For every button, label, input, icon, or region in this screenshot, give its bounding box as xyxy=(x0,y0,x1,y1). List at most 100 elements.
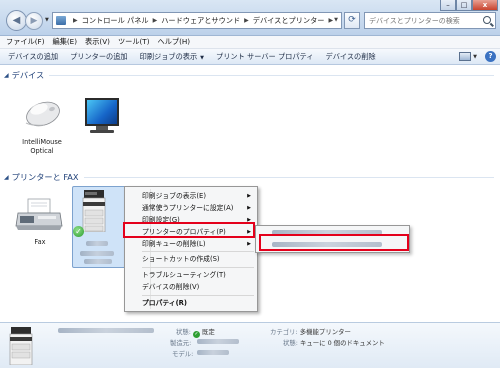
maximize-button[interactable]: □ xyxy=(456,0,472,11)
model-label: モデル: xyxy=(172,350,194,358)
printers-header-label: プリンターと FAX xyxy=(11,172,79,182)
command-bar: デバイスの追加 プリンターの追加 印刷ジョブの表示 ▼ プリント サーバー プロパ… xyxy=(0,49,500,65)
model-value-blurred xyxy=(197,350,229,355)
window-controls: – □ x xyxy=(440,0,498,11)
mouse-device-label[interactable]: IntelliMouse Optical xyxy=(14,138,70,156)
status-row: 状態: ✓ 既定 xyxy=(176,327,215,338)
breadcrumb-devices-printers[interactable]: デバイスとプリンター xyxy=(253,16,325,26)
printer-icon xyxy=(9,327,33,365)
collapse-triangle-icon[interactable]: ◢ xyxy=(4,174,9,181)
close-button[interactable]: x xyxy=(472,0,498,11)
menu-edit[interactable]: 編集(E) xyxy=(53,37,78,47)
printer-label-blurred xyxy=(80,251,114,256)
fax-device-label[interactable]: Fax xyxy=(22,238,58,247)
divider xyxy=(83,176,494,178)
printer-icon[interactable] xyxy=(82,190,106,232)
breadcrumb-hardware-sound[interactable]: ハードウェアとサウンド xyxy=(161,16,240,26)
menu-tools[interactable]: ツール(T) xyxy=(118,37,150,47)
menu-separator xyxy=(142,295,254,296)
chevron-down-icon: ▼ xyxy=(200,54,204,61)
printers-group-header[interactable]: ◢ プリンターと FAX xyxy=(4,171,494,183)
details-pane: 状態: ✓ 既定 製造元: モデル: カテゴリ: 多機能プリンター 状態: キュー… xyxy=(0,322,500,368)
remove-device-button[interactable]: デバイスの削除 xyxy=(326,52,376,62)
chevron-right-icon[interactable]: ▶ xyxy=(328,17,333,24)
minimize-button[interactable]: – xyxy=(440,0,456,11)
menu-item-set-default[interactable]: 通常使うプリンターに設定(A) ▶ xyxy=(142,203,254,214)
change-view-icon[interactable] xyxy=(459,52,472,61)
menu-item-properties[interactable]: プロパティ(R) xyxy=(142,298,254,309)
control-panel-icon xyxy=(56,16,66,25)
state-label: 状態: xyxy=(283,339,298,347)
menu-item-label: 通常使うプリンターに設定(A) xyxy=(142,204,234,212)
model-row: モデル: xyxy=(172,349,193,358)
menu-item-create-shortcut[interactable]: ショートカットの作成(S) xyxy=(142,254,254,265)
chevron-down-icon[interactable]: ▼ xyxy=(473,54,477,62)
menu-item-remove-device[interactable]: デバイスの削除(V) xyxy=(142,282,254,293)
default-printer-check-icon: ✓ xyxy=(73,226,84,237)
chevron-right-icon: ▶ xyxy=(247,193,251,199)
print-server-properties-button[interactable]: プリント サーバー プロパティ xyxy=(216,52,314,62)
menu-file[interactable]: ファイル(F) xyxy=(6,37,45,47)
queue-state-row: 状態: キューに 0 個のドキュメント xyxy=(283,338,385,347)
see-print-jobs-label: 印刷ジョブの表示 xyxy=(139,51,198,61)
add-printer-button[interactable]: プリンターの追加 xyxy=(70,52,128,62)
menu-help[interactable]: ヘルプ(H) xyxy=(158,37,191,47)
menu-bar: ファイル(F) 編集(E) 表示(V) ツール(T) ヘルプ(H) xyxy=(0,36,500,49)
menu-view[interactable]: 表示(V) xyxy=(85,37,110,47)
see-print-jobs-button[interactable]: 印刷ジョブの表示 ▼ xyxy=(140,52,204,62)
collapse-triangle-icon[interactable]: ◢ xyxy=(4,72,9,79)
devices-header-label: デバイス xyxy=(11,70,45,80)
menu-separator xyxy=(142,251,254,252)
menu-item-label: 印刷キューの削除(L) xyxy=(142,240,206,248)
menu-item-troubleshoot[interactable]: トラブルシューティング(T) xyxy=(142,270,254,281)
forward-arrow-icon: ▶ xyxy=(30,16,38,26)
state-value: キューに 0 個のドキュメント xyxy=(299,339,385,347)
devices-group-header[interactable]: ◢ デバイス xyxy=(4,69,494,81)
title-bar: – □ x ◀ ▶ ▼ ▶ コントロール パネル ▶ ハードウェアとサウンド ▶… xyxy=(0,0,500,36)
status-value: 既定 xyxy=(201,328,215,336)
divider xyxy=(49,74,494,76)
add-device-button[interactable]: デバイスの追加 xyxy=(8,52,58,62)
search-icon[interactable] xyxy=(483,16,491,24)
mouse-icon[interactable] xyxy=(22,97,62,127)
category-value: 多機能プリンター xyxy=(299,328,351,336)
menu-item-label: 印刷ジョブの表示(E) xyxy=(142,192,206,200)
command-bar-right: ▼ ? xyxy=(459,51,500,62)
chevron-right-icon[interactable]: ▶ xyxy=(153,17,158,24)
help-icon[interactable]: ? xyxy=(485,51,496,62)
address-bar[interactable]: ▶ コントロール パネル ▶ ハードウェアとサウンド ▶ デバイスとプリンター … xyxy=(52,12,342,29)
search-input[interactable] xyxy=(365,13,477,28)
category-row: カテゴリ: 多機能プリンター xyxy=(270,327,351,336)
back-arrow-icon: ◀ xyxy=(12,15,21,26)
recent-pages-dropdown[interactable]: ▼ xyxy=(45,17,49,23)
context-menu: 印刷ジョブの表示(E) ▶ 通常使うプリンターに設定(A) ▶ 印刷設定(G) ▶ プ… xyxy=(124,186,258,312)
maker-value-blurred xyxy=(197,339,239,344)
monitor-base xyxy=(90,130,114,133)
monitor-icon[interactable] xyxy=(85,98,119,126)
menu-item-see-print-jobs[interactable]: 印刷ジョブの表示(E) ▶ xyxy=(142,191,254,202)
printer-label-blurred xyxy=(86,241,108,246)
chevron-right-icon: ▶ xyxy=(247,241,251,247)
address-dropdown[interactable]: ▼ xyxy=(334,17,338,23)
maker-label: 製造元: xyxy=(170,339,192,347)
maker-row: 製造元: xyxy=(170,338,191,347)
chevron-right-icon[interactable]: ▶ xyxy=(244,17,249,24)
category-label: カテゴリ: xyxy=(270,328,298,336)
chevron-right-icon[interactable]: ▶ xyxy=(73,17,78,24)
printer-name-blurred xyxy=(58,328,154,333)
breadcrumb-control-panel[interactable]: コントロール パネル xyxy=(82,16,149,26)
menu-item-remove-queue[interactable]: 印刷キューの削除(L) ▶ xyxy=(142,239,254,250)
back-button[interactable]: ◀ xyxy=(6,10,27,31)
ok-check-icon: ✓ xyxy=(192,331,200,338)
menu-separator xyxy=(142,267,254,268)
chevron-right-icon: ▶ xyxy=(247,205,251,211)
refresh-button[interactable]: ⟳ xyxy=(344,12,360,29)
refresh-icon: ⟳ xyxy=(348,15,356,25)
printer-label-blurred xyxy=(84,259,112,264)
fax-icon[interactable] xyxy=(14,196,64,234)
highlight-box xyxy=(123,222,255,238)
search-box[interactable] xyxy=(364,12,496,29)
forward-button[interactable]: ▶ xyxy=(25,12,43,30)
highlight-box xyxy=(259,234,409,251)
status-label: 状態: xyxy=(176,328,191,336)
